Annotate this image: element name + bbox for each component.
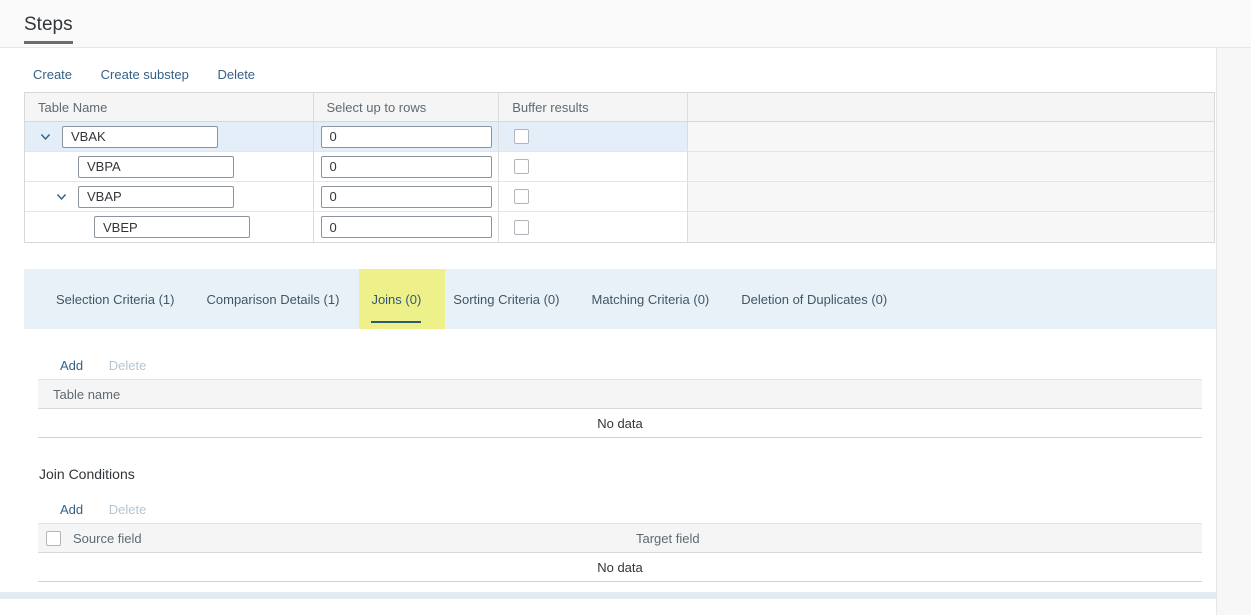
delete-step-button[interactable]: Delete bbox=[217, 62, 255, 88]
chevron-down-icon[interactable] bbox=[55, 190, 68, 203]
buffer-results-cell bbox=[499, 182, 688, 211]
select-up-to-rows-cell bbox=[314, 212, 500, 242]
steps-table-row[interactable] bbox=[25, 122, 1214, 152]
select-up-to-rows-input[interactable] bbox=[321, 216, 492, 238]
tab-matching-criteria[interactable]: Matching Criteria (0) bbox=[592, 269, 710, 329]
table-name-input[interactable] bbox=[78, 156, 234, 178]
table-name-cell bbox=[25, 182, 314, 211]
tab-label: Joins (0) bbox=[371, 292, 421, 307]
column-header-select-up-to-rows: Select up to rows bbox=[314, 93, 500, 121]
joins-table-header: Table name bbox=[38, 380, 1202, 409]
column-header-buffer-results: Buffer results bbox=[499, 93, 688, 121]
column-header-filler bbox=[688, 93, 1214, 121]
select-up-to-rows-input[interactable] bbox=[321, 126, 492, 148]
row-filler bbox=[688, 182, 1214, 211]
buffer-results-cell bbox=[499, 212, 688, 242]
tab-label: Deletion of Duplicates (0) bbox=[741, 292, 887, 307]
page-header: Steps bbox=[0, 0, 1251, 48]
select-all-checkbox[interactable] bbox=[46, 531, 61, 546]
table-name-input[interactable] bbox=[62, 126, 218, 148]
steps-table-row[interactable] bbox=[25, 152, 1214, 182]
tab-deletion-of-duplicates[interactable]: Deletion of Duplicates (0) bbox=[741, 269, 887, 329]
join-conditions-table-header: Source field Target field bbox=[38, 524, 1202, 553]
tab-sorting-criteria[interactable]: Sorting Criteria (0) bbox=[453, 269, 559, 329]
column-header-target-field: Target field bbox=[636, 531, 1202, 546]
detail-tab-bar: Selection Criteria (1) Comparison Detail… bbox=[24, 269, 1227, 329]
join-conditions-table: Source field Target field No data bbox=[38, 523, 1202, 582]
row-filler bbox=[688, 212, 1214, 242]
joins-delete-button[interactable]: Delete bbox=[109, 353, 147, 379]
buffer-results-checkbox[interactable] bbox=[514, 159, 529, 174]
tab-label: Matching Criteria (0) bbox=[592, 292, 710, 307]
steps-table: Table Name Select up to rows Buffer resu… bbox=[24, 92, 1215, 243]
tab-joins[interactable]: Joins (0) bbox=[359, 269, 445, 329]
page-body: Create Create substep Delete Table Name … bbox=[0, 48, 1251, 615]
row-filler bbox=[688, 152, 1214, 181]
select-up-to-rows-cell bbox=[314, 122, 500, 151]
next-section-edge bbox=[0, 592, 1216, 599]
active-tab-underline bbox=[24, 41, 73, 44]
column-header-source-field: Source field bbox=[73, 531, 142, 546]
select-up-to-rows-cell bbox=[314, 152, 500, 181]
table-name-cell bbox=[25, 152, 314, 181]
create-substep-button[interactable]: Create substep bbox=[101, 62, 189, 88]
buffer-results-cell bbox=[499, 122, 688, 151]
join-conditions-title: Join Conditions bbox=[39, 466, 1216, 482]
join-conditions-delete-button[interactable]: Delete bbox=[109, 497, 147, 523]
tab-label: Sorting Criteria (0) bbox=[453, 292, 559, 307]
table-name-input[interactable] bbox=[94, 216, 250, 238]
page-title: Steps bbox=[24, 14, 73, 35]
table-name-cell bbox=[25, 122, 314, 151]
tab-steps[interactable]: Steps bbox=[24, 0, 73, 44]
join-conditions-toolbar: Add Delete bbox=[60, 497, 1216, 523]
table-name-input[interactable] bbox=[78, 186, 234, 208]
steps-table-header: Table Name Select up to rows Buffer resu… bbox=[25, 93, 1214, 122]
table-name-cell bbox=[25, 212, 314, 242]
column-header-table-name: Table name bbox=[38, 387, 120, 402]
joins-add-button[interactable]: Add bbox=[60, 353, 83, 379]
content-panel: Create Create substep Delete Table Name … bbox=[0, 48, 1216, 615]
joins-toolbar: Add Delete bbox=[60, 353, 1216, 379]
steps-table-row[interactable] bbox=[25, 212, 1214, 242]
join-conditions-empty-row: No data bbox=[38, 553, 1202, 582]
buffer-results-cell bbox=[499, 152, 688, 181]
joins-table: Table name No data bbox=[38, 379, 1202, 438]
tab-selection-criteria[interactable]: Selection Criteria (1) bbox=[56, 269, 175, 329]
right-gutter bbox=[1216, 48, 1251, 615]
steps-table-row[interactable] bbox=[25, 182, 1214, 212]
column-header-table-name: Table Name bbox=[25, 93, 314, 121]
select-up-to-rows-cell bbox=[314, 182, 500, 211]
tab-comparison-details[interactable]: Comparison Details (1) bbox=[207, 269, 340, 329]
joins-table-empty-row: No data bbox=[38, 409, 1202, 438]
buffer-results-checkbox[interactable] bbox=[514, 220, 529, 235]
select-up-to-rows-input[interactable] bbox=[321, 186, 492, 208]
buffer-results-checkbox[interactable] bbox=[514, 129, 529, 144]
tab-label: Comparison Details (1) bbox=[207, 292, 340, 307]
select-up-to-rows-input[interactable] bbox=[321, 156, 492, 178]
steps-table-body bbox=[25, 122, 1214, 242]
tab-label: Selection Criteria (1) bbox=[56, 292, 175, 307]
join-conditions-add-button[interactable]: Add bbox=[60, 497, 83, 523]
buffer-results-checkbox[interactable] bbox=[514, 189, 529, 204]
chevron-down-icon[interactable] bbox=[39, 130, 52, 143]
steps-page: Steps Create Create substep Delete Table… bbox=[0, 0, 1251, 616]
steps-toolbar: Create Create substep Delete bbox=[33, 62, 1216, 88]
create-button[interactable]: Create bbox=[33, 62, 72, 88]
row-filler bbox=[688, 122, 1214, 151]
